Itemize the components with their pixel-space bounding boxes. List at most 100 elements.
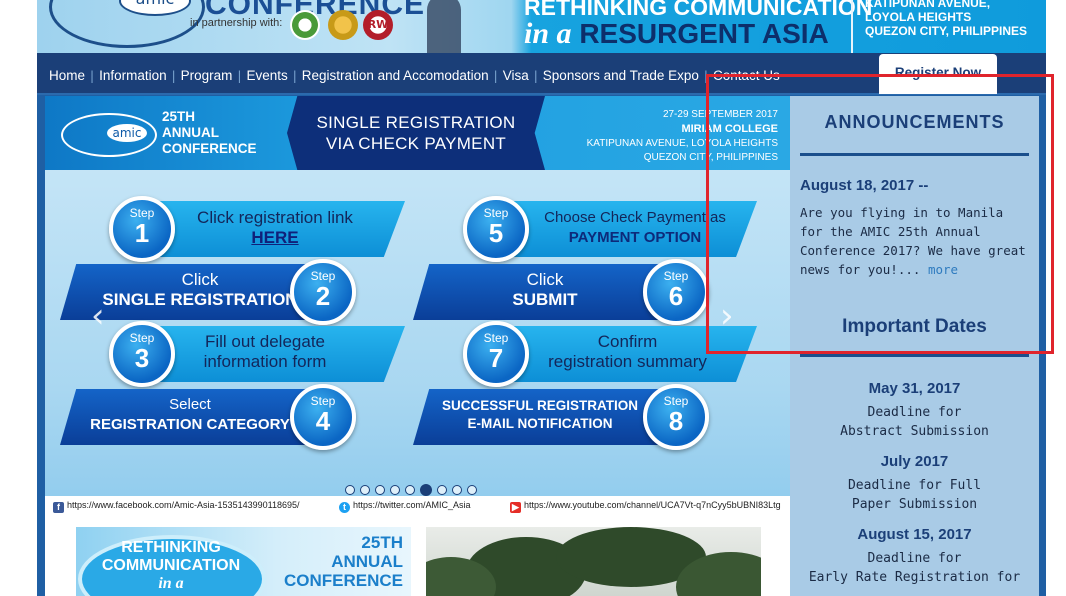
date-desc-line: Deadline for [867, 405, 962, 420]
date-title: July 2017 [880, 453, 949, 470]
slider-dot[interactable] [405, 484, 415, 495]
thumb-conference: 25TH ANNUAL CONFERENCE [284, 533, 403, 590]
important-dates-rule [800, 354, 1029, 357]
step-number: 1 [134, 218, 150, 248]
nav-separator: | [292, 69, 297, 83]
step-1-line1: Click registration link [197, 208, 353, 227]
step-number: 4 [315, 406, 331, 436]
date-item: August 15, 2017 Deadline for Early Rate … [790, 526, 1039, 587]
banner-venue-line: KATIPUNAN AVENUE, [865, 0, 991, 10]
slide-title-box: SINGLE REGISTRATION VIA CHECK PAYMENT [287, 96, 545, 170]
announcement-text: Are you flying in to Manila for the AMIC… [800, 205, 1026, 277]
step-3-line1: Fill out delegate [204, 332, 326, 351]
partner-logo-rw: RW [363, 10, 393, 40]
step-1-text: Click registration link HERE [155, 208, 395, 248]
step-7-line2: registration summary [548, 352, 707, 371]
step-7-line1: Confirm [597, 332, 658, 351]
slider-dot[interactable] [390, 484, 400, 495]
step-4-text: Select REGISTRATION CATEGORY [90, 395, 290, 435]
sidebar: ANNOUNCEMENTS August 18, 2017 -- Are you… [790, 96, 1039, 596]
announcement-more-link[interactable]: more [928, 262, 958, 277]
slider-dot[interactable] [420, 483, 432, 496]
announcement-date: August 18, 2017 -- [800, 177, 929, 194]
step-6-badge: Step 6 [643, 259, 709, 325]
slider-prev-arrow-icon[interactable]: ‹ [91, 296, 105, 336]
banner-venue: KATIPUNAN AVENUE, LOYOLA HEIGHTS QUEZON … [865, 0, 1027, 38]
step-number: 8 [668, 406, 684, 436]
slider-dot[interactable] [360, 484, 370, 495]
date-desc-line: Deadline for [867, 551, 962, 566]
nav-events[interactable]: Events [243, 68, 290, 83]
step-8-line1: SUCCESSFUL REGISTRATION [441, 398, 638, 413]
slider-dot[interactable] [437, 484, 447, 495]
thumb-conf-line: 25TH [361, 533, 403, 552]
step-1-badge: Step 1 [109, 196, 175, 262]
step-number: 5 [488, 218, 504, 248]
nav-visa[interactable]: Visa [500, 68, 532, 83]
step-3-badge: Step 3 [109, 321, 175, 387]
slider-dot[interactable] [467, 484, 477, 495]
step-5-badge: Step 5 [463, 196, 529, 262]
step-5-line2: PAYMENT OPTION [568, 229, 702, 246]
slide-header: amic 25TH ANNUAL CONFERENCE SINGLE REGIS… [45, 96, 790, 170]
campus-photo-thumbnail[interactable] [426, 527, 761, 596]
step-8-badge: Step 8 [643, 384, 709, 450]
announcements-heading: ANNOUNCEMENTS [824, 112, 1005, 132]
nav-information[interactable]: Information [96, 68, 170, 83]
slider-dot[interactable] [375, 484, 385, 495]
header-banner: amic CONFERENCE in partnership with: RW … [37, 0, 1046, 53]
facebook-link[interactable]: f https://www.facebook.com/Amic-Asia-1535… [53, 500, 299, 513]
slider-dot[interactable] [452, 484, 462, 495]
slide-venue-line: KATIPUNAN AVENUE, LOYOLA HEIGHTS [586, 138, 778, 149]
twitter-url: https://twitter.com/AMIC_Asia [353, 500, 471, 510]
nav-sponsors[interactable]: Sponsors and Trade Expo [540, 68, 702, 83]
step-5-line1: Choose Check Payment as [544, 209, 726, 226]
slide-venue-name: MIRIAM COLLEGE [681, 123, 778, 135]
date-item: May 31, 2017 Deadline for Abstract Submi… [790, 380, 1039, 441]
step-5-text: Choose Check Payment as PAYMENT OPTION [525, 208, 745, 248]
step-1-here-link[interactable]: HERE [251, 228, 298, 247]
step-8-text: SUCCESSFUL REGISTRATION E-MAIL NOTIFICAT… [440, 397, 640, 433]
step-6-text: Click SUBMIT [445, 270, 645, 310]
step-number: 3 [134, 343, 150, 373]
date-description: Deadline for Abstract Submission [790, 403, 1039, 441]
slider-next-arrow-icon[interactable]: › [720, 296, 734, 336]
nav-items: Home | Information | Program | Events | Registra… [46, 65, 783, 84]
step-3-line2: information form [203, 352, 327, 371]
banner-title-in-a: in a [524, 17, 572, 50]
page: amic CONFERENCE in partnership with: RW … [37, 0, 1046, 596]
slide-conference-label: 25TH ANNUAL CONFERENCE [162, 109, 257, 157]
nav-home[interactable]: Home [46, 68, 88, 83]
slider-dot[interactable] [345, 484, 355, 495]
banner-title-line2: in a RESURGENT ASIA [524, 17, 829, 51]
conference-thumbnail[interactable]: RETHINKING COMMUNICATION in a 25TH ANNUA… [76, 527, 411, 596]
slide-amic-logo: amic [107, 124, 147, 142]
register-now-button[interactable]: Register Now [879, 54, 997, 94]
slide-date: 27-29 SEPTEMBER 2017 [662, 109, 778, 120]
twitter-link[interactable]: t https://twitter.com/AMIC_Asia [339, 500, 471, 513]
step-2-badge: Step 2 [290, 259, 356, 325]
slider-pagination [345, 479, 482, 496]
step-number: 6 [668, 281, 684, 311]
important-dates-heading: Important Dates [842, 316, 987, 337]
slide-venue: 27-29 SEPTEMBER 2017 MIRIAM COLLEGE KATI… [565, 108, 778, 165]
nav-program[interactable]: Program [178, 68, 236, 83]
step-4-badge: Step 4 [290, 384, 356, 450]
banner-person-image [427, 0, 461, 53]
nav-registration[interactable]: Registration and Accomodation [299, 68, 492, 83]
partner-logo-green [290, 10, 320, 40]
step-number: 2 [315, 281, 331, 311]
nav-separator: | [171, 69, 176, 83]
announcements-rule [800, 153, 1029, 156]
slide-conf-line: CONFERENCE [162, 141, 257, 156]
thumb-title-line: in a [158, 575, 184, 592]
facebook-url: https://www.facebook.com/Amic-Asia-15351… [67, 500, 300, 510]
date-desc-line: Deadline for Full [847, 478, 982, 493]
youtube-link[interactable]: ▶ https://www.youtube.com/channel/UCA7Vt-… [510, 500, 781, 513]
step-2-line2: SINGLE REGISTRATION [102, 290, 298, 309]
thumb-title: RETHINKING COMMUNICATION in a [76, 539, 266, 593]
step-7-badge: Step 7 [463, 321, 529, 387]
step-8-line2: E-MAIL NOTIFICATION [467, 416, 613, 431]
date-desc-line: Abstract Submission [840, 424, 989, 439]
nav-contact[interactable]: Contact Us [710, 68, 783, 83]
